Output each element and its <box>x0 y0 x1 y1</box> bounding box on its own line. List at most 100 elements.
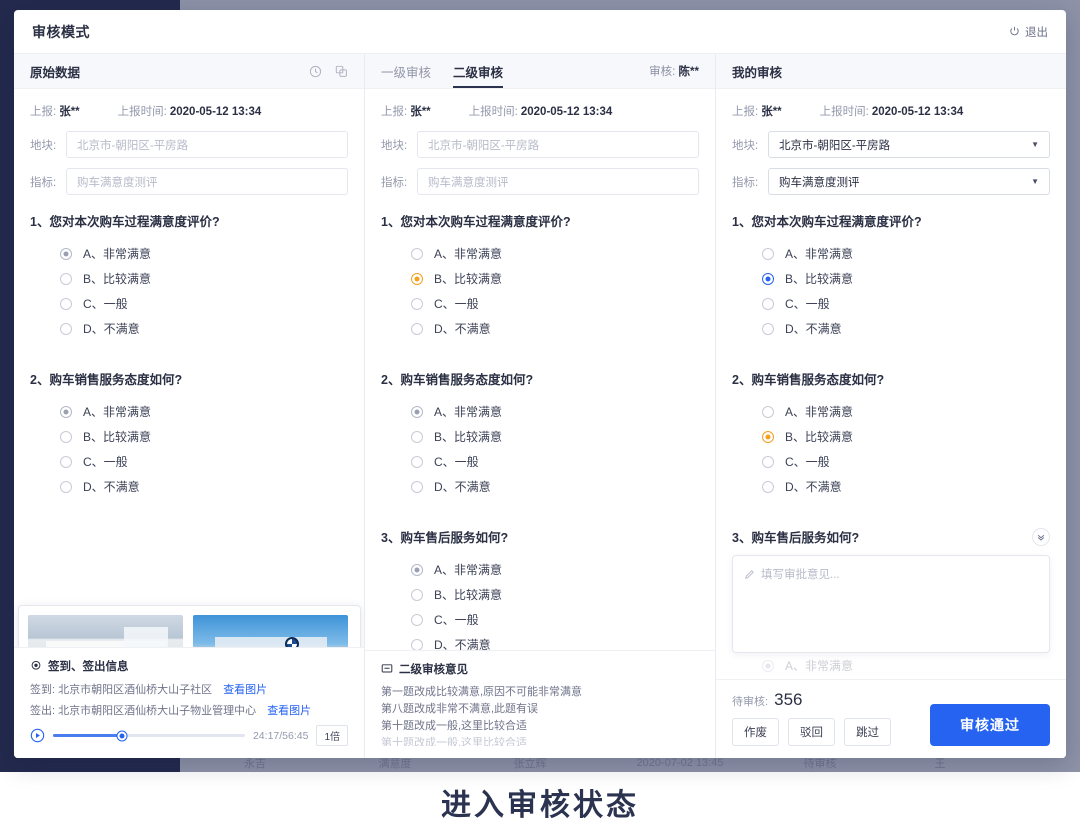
view-image-link[interactable]: 查看图片 <box>267 705 311 717</box>
radio-icon[interactable] <box>762 405 774 418</box>
radio-icon <box>60 480 72 493</box>
radio-icon <box>411 613 423 626</box>
chevron-double-down-icon[interactable] <box>1032 527 1050 546</box>
mid-panel-header: 一级审核 二级审核 审核: 陈** <box>365 54 715 89</box>
radio-icon[interactable] <box>762 297 774 310</box>
option-label: C、一般 <box>785 297 830 311</box>
screen-root: 永吉 满意度 张立辉 2020-07-02 13:45 待审核 王 审核模式 退… <box>0 0 1080 832</box>
option-label: B、比较满意 <box>83 272 152 286</box>
checkin-info-label: 签到、签出信息 <box>48 661 129 673</box>
metric-label: 指标: <box>30 176 57 189</box>
panel-secondary-review: 一级审核 二级审核 审核: 陈** 上报: 张** 上报时间: 2020-05-12… <box>365 54 716 758</box>
opinion-line: 第十题改成一般,这里比较合适 <box>381 737 528 746</box>
view-image-link[interactable]: 查看图片 <box>223 684 267 696</box>
bg-cell: 2020-07-02 13:45 <box>636 757 724 769</box>
radio-icon <box>60 297 72 310</box>
checkin-info-title: 签到、签出信息 <box>30 658 348 674</box>
radio-icon <box>411 430 423 443</box>
reviewer-label: 审核: <box>649 66 676 78</box>
progress-handle[interactable] <box>117 731 127 740</box>
radio-icon[interactable] <box>762 247 774 260</box>
play-circle-icon[interactable] <box>30 728 45 743</box>
opinion-line: 第一题改成比较满意,原因不可能非常满意 <box>381 686 583 698</box>
radio-icon <box>60 430 72 443</box>
right-question-3: 3、购车售后服务如何? 填写审批意见... A、非常满意 <box>732 527 1050 678</box>
question-title: 1、您对本次购车过程满意度评价? <box>30 215 220 229</box>
pending-count-row: 待审核: 356 <box>732 690 930 710</box>
option-row[interactable]: D、不满意 <box>732 316 1050 341</box>
audio-player: 24:17/56:45 1倍 <box>30 725 348 746</box>
left-panel-title: 原始数据 <box>30 65 81 80</box>
radio-icon[interactable] <box>762 480 774 493</box>
option-label: D、不满意 <box>83 322 140 336</box>
radio-icon[interactable] <box>762 430 774 443</box>
mid-question-1: 1、您对本次购车过程满意度评价? A、非常满意 B、比较满意 C、一般 D、不满… <box>381 211 699 341</box>
progress-slider[interactable] <box>53 731 245 740</box>
option-row[interactable]: C、一般 <box>732 291 1050 316</box>
option-row: D、不满意 <box>30 474 348 499</box>
question-title: 1、您对本次购车过程满意度评价? <box>381 215 571 229</box>
option-label: A、非常满意 <box>83 247 152 261</box>
option-row-hidden: A、非常满意 <box>732 653 1050 678</box>
option-label: D、不满意 <box>785 322 842 336</box>
right-panel-header: 我的审核 <box>716 54 1066 89</box>
right-question-1: 1、您对本次购车过程满意度评价? A、非常满意 B、比较满意 C、一般 D、不满… <box>732 211 1050 341</box>
panels-container: 原始数据 上报: 张** 上报时间: 2020-05-12 13:34 地块: … <box>14 54 1066 758</box>
option-row[interactable]: A、非常满意 <box>732 241 1050 266</box>
radio-icon[interactable] <box>762 322 774 335</box>
option-row: D、不满意 <box>381 316 699 341</box>
comment-placeholder: 填写审批意见... <box>744 566 1038 582</box>
approve-button[interactable]: 审核通过 <box>930 704 1050 746</box>
radio-icon <box>411 563 423 576</box>
reject-button[interactable]: 驳回 <box>788 718 835 746</box>
playback-speed-button[interactable]: 1倍 <box>316 725 348 746</box>
right-panel-title: 我的审核 <box>732 65 783 80</box>
plot-value: 北京市-朝阳区-平房路 <box>417 131 699 158</box>
option-row: C、一般 <box>30 291 348 316</box>
radio-icon <box>60 455 72 468</box>
mid-field-plot: 地块: 北京市-朝阳区-平房路 <box>381 131 699 158</box>
panel-original-data: 原始数据 上报: 张** 上报时间: 2020-05-12 13:34 地块: … <box>14 54 365 758</box>
logout-button[interactable]: 退出 <box>1009 24 1048 40</box>
review-actions: 待审核: 356 作废 驳回 跳过 <box>732 690 930 746</box>
reviewer-value: 陈** <box>678 66 699 78</box>
radio-icon[interactable] <box>762 455 774 468</box>
copy-icon[interactable] <box>335 65 348 78</box>
option-row[interactable]: B、比较满意 <box>732 424 1050 449</box>
radio-icon <box>60 405 72 418</box>
metric-select[interactable]: 购车满意度测评 ▼ <box>768 168 1050 195</box>
option-label: A、非常满意 <box>785 405 854 419</box>
comment-icon <box>381 663 393 675</box>
option-row[interactable]: D、不满意 <box>732 474 1050 499</box>
void-button[interactable]: 作废 <box>732 718 779 746</box>
question-3-header: 3、购车售后服务如何? <box>732 527 1050 546</box>
mid-reviewer: 审核: 陈** <box>649 63 699 79</box>
report-time-value: 2020-05-12 13:34 <box>520 106 613 118</box>
approval-comment-textarea[interactable]: 填写审批意见... <box>732 555 1050 653</box>
option-row: D、不满意 <box>30 316 348 341</box>
opinion-list: 第一题改成比较满意,原因不可能非常满意 第八题改成非常不满意,此题有误 第十题改… <box>381 684 699 746</box>
option-row[interactable]: B、比较满意 <box>732 266 1050 291</box>
radio-icon <box>411 588 423 601</box>
radio-icon[interactable] <box>762 272 774 285</box>
mid-field-metric: 指标: 购车满意度测评 <box>381 168 699 195</box>
option-label: B、比较满意 <box>434 430 503 444</box>
option-row: A、非常满意 <box>30 241 348 266</box>
power-icon <box>1009 26 1020 37</box>
option-row: B、比较满意 <box>381 266 699 291</box>
radio-icon <box>411 455 423 468</box>
option-row[interactable]: C、一般 <box>732 449 1050 474</box>
option-label: C、一般 <box>434 455 479 469</box>
skip-button[interactable]: 跳过 <box>844 718 891 746</box>
tab-second-review[interactable]: 二级审核 <box>453 54 504 88</box>
plot-select[interactable]: 北京市-朝阳区-平房路 ▼ <box>768 131 1050 158</box>
option-row[interactable]: A、非常满意 <box>732 399 1050 424</box>
option-label: A、非常满意 <box>434 405 503 419</box>
clock-icon[interactable] <box>309 65 322 78</box>
radio-icon <box>60 272 72 285</box>
reporter-label: 上报: <box>30 106 57 118</box>
reporter-value: 张** <box>761 106 782 118</box>
option-label: D、不满意 <box>434 480 491 494</box>
tab-first-review[interactable]: 一级审核 <box>381 54 431 88</box>
review-mode-modal: 审核模式 退出 原始数据 上报: 张** 上报时间: 2020-05-12 13… <box>14 10 1066 758</box>
